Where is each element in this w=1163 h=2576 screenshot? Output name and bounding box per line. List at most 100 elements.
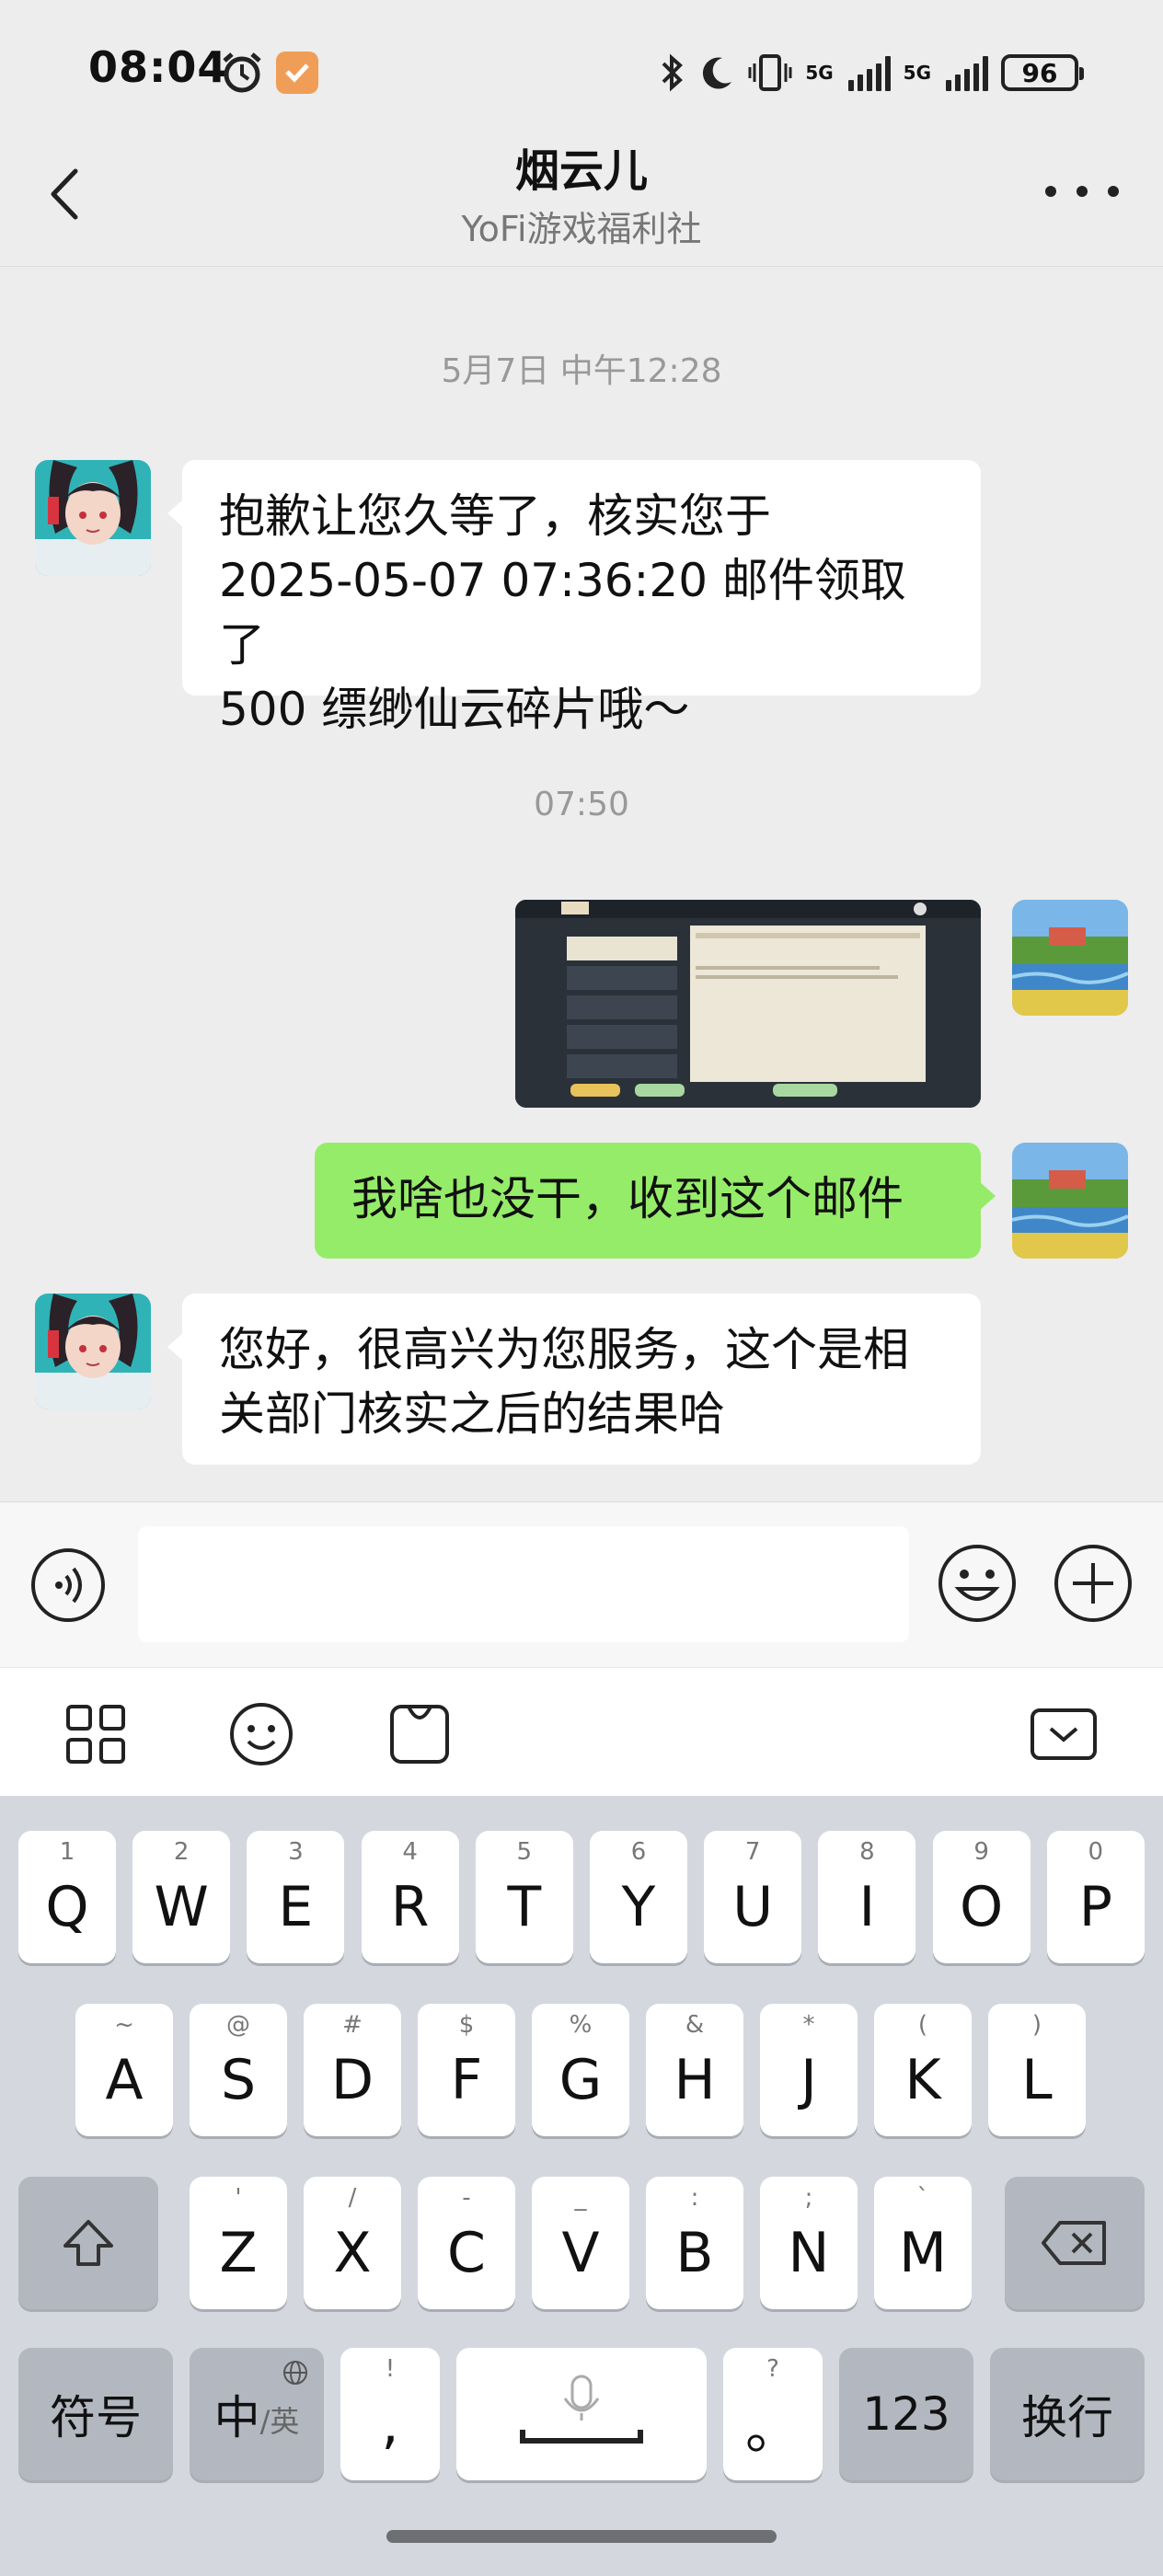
symbols-key[interactable]: 符号: [18, 2348, 173, 2480]
key-g[interactable]: % G: [532, 2004, 629, 2136]
emoji-icon[interactable]: [937, 1543, 1018, 1624]
received-message-bubble[interactable]: 抱歉让您久等了，核实您于 2025-05-07 07:36:20 邮件领取了 5…: [167, 460, 981, 736]
key-w[interactable]: 2W: [132, 1831, 231, 1963]
game-mail-screenshot: [515, 900, 981, 1108]
key-label: E: [278, 1875, 314, 1939]
key-hint: ?: [766, 2355, 779, 2383]
key-label: V: [561, 2221, 600, 2285]
key-label: G: [558, 2048, 603, 2112]
my-avatar[interactable]: [1012, 1143, 1128, 1259]
apps-grid-icon[interactable]: [63, 1701, 129, 1767]
key-label: O: [959, 1875, 1004, 1939]
key-hint: #: [342, 2011, 363, 2039]
my-avatar[interactable]: [1012, 900, 1128, 1016]
key-u[interactable]: 7U: [704, 1831, 802, 1963]
key-x[interactable]: / X: [304, 2177, 401, 2309]
enter-key[interactable]: 换行: [990, 2348, 1145, 2480]
message-timestamp: 5月7日 中午12:28: [441, 352, 722, 390]
backspace-key[interactable]: [1005, 2177, 1145, 2309]
key-label: ,: [381, 2392, 399, 2456]
key-label: T: [507, 1875, 542, 1939]
key-v[interactable]: _ V: [532, 2177, 629, 2309]
number-key-label: 123: [862, 2387, 950, 2441]
key-f[interactable]: $ F: [418, 2004, 515, 2136]
more-options-button[interactable]: [1045, 173, 1119, 210]
number-key[interactable]: 123: [839, 2348, 973, 2480]
key-label: K: [904, 2048, 941, 2112]
sent-message-bubble[interactable]: 我啥也没干，收到这个邮件: [315, 1143, 996, 1259]
enter-key-label: 换行: [1021, 2391, 1113, 2444]
key-t[interactable]: 5T: [475, 1831, 573, 1963]
key-hint: 5: [516, 1838, 533, 1866]
key-hint: `: [916, 2184, 929, 2212]
key-hint: $: [458, 2011, 475, 2039]
received-message-bubble[interactable]: 您好，很高兴为您服务，这个是相 关部门核实之后的结果哈: [167, 1294, 981, 1465]
message-line: 关部门核实之后的结果哈: [219, 1387, 725, 1441]
key-y[interactable]: 6Y: [590, 1831, 687, 1963]
message-input[interactable]: [138, 1526, 909, 1642]
contact-avatar[interactable]: [35, 1294, 151, 1409]
key-label: Q: [45, 1875, 89, 1939]
language-switch-key[interactable]: 中/英: [190, 2348, 324, 2480]
key-label: H: [674, 2048, 716, 2112]
key-n[interactable]: ; N: [760, 2177, 858, 2309]
key-label: S: [220, 2048, 257, 2112]
key-label: J: [800, 2048, 817, 2112]
key-o[interactable]: 9O: [932, 1831, 1031, 1963]
sent-image-message[interactable]: [515, 900, 981, 1108]
home-indicator[interactable]: [386, 2530, 777, 2543]
key-label: R: [390, 1875, 430, 1939]
key-hint: 0: [1088, 1838, 1104, 1866]
voice-input-icon[interactable]: [29, 1547, 107, 1624]
contact-avatar[interactable]: [35, 460, 151, 576]
period-key[interactable]: ? 。: [723, 2348, 823, 2480]
key-h[interactable]: & H: [646, 2004, 743, 2136]
key-q[interactable]: 1Q: [18, 1831, 116, 1963]
key-k[interactable]: (K: [874, 2004, 972, 2136]
chat-header: 烟云儿 YoFi游戏福利社: [0, 129, 1163, 267]
key-z[interactable]: ' Z: [190, 2177, 287, 2309]
language-sub-label: /英: [259, 2404, 300, 2439]
key-hint: ;: [804, 2184, 813, 2212]
shift-arrow-icon: [63, 2220, 113, 2266]
key-p[interactable]: 0P: [1046, 1831, 1145, 1963]
microphone-icon: [520, 2375, 643, 2444]
key-label: I: [858, 1875, 876, 1939]
smiley-icon[interactable]: [228, 1701, 294, 1767]
key-s[interactable]: @ S: [190, 2004, 287, 2136]
key-hint: !: [385, 2355, 396, 2383]
plus-icon[interactable]: [1053, 1543, 1134, 1624]
key-i[interactable]: 8I: [818, 1831, 916, 1963]
alarm-icon: [223, 52, 261, 93]
key-hint: &: [685, 2011, 705, 2039]
key-hint: *: [802, 2011, 815, 2039]
comma-key[interactable]: ! ,: [340, 2348, 440, 2480]
space-key[interactable]: [456, 2348, 707, 2480]
key-m[interactable]: ` M: [874, 2177, 972, 2309]
key-hint: 8: [859, 1838, 875, 1866]
key-hint: 1: [59, 1838, 75, 1866]
key-e[interactable]: 3E: [247, 1831, 345, 1963]
vibrate-icon: [748, 54, 792, 91]
bluetooth-icon: [662, 53, 684, 92]
key-l[interactable]: ) L: [988, 2004, 1086, 2136]
key-hint: ~: [114, 2011, 134, 2039]
shift-key[interactable]: [18, 2177, 158, 2309]
key-c[interactable]: -C: [418, 2177, 515, 2309]
globe-icon: [283, 2361, 307, 2385]
key-label: W: [154, 1875, 209, 1939]
keyboard-collapse-icon[interactable]: [1031, 1701, 1097, 1767]
key-label: A: [105, 2048, 144, 2112]
key-label: X: [333, 2221, 372, 2285]
key-d[interactable]: # D: [304, 2004, 401, 2136]
key-label: F: [450, 2048, 483, 2112]
key-b[interactable]: :B: [646, 2177, 743, 2309]
key-label: B: [675, 2221, 714, 2285]
key-j[interactable]: * J: [760, 2004, 858, 2136]
key-a[interactable]: ~ A: [75, 2004, 173, 2136]
key-hint: 9: [973, 1838, 989, 1866]
key-label: L: [1021, 2048, 1053, 2112]
clipboard-icon[interactable]: [386, 1701, 453, 1767]
key-r[interactable]: 4R: [361, 1831, 459, 1963]
status-time: 08:04: [88, 42, 228, 92]
